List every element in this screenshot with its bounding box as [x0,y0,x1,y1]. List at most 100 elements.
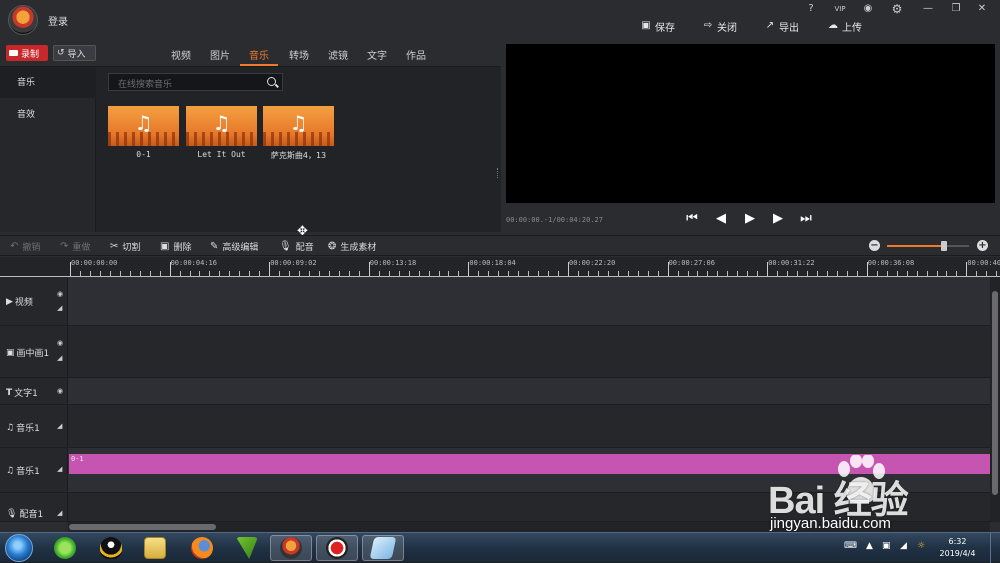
track-name: 文字1 [14,389,38,399]
close-icon[interactable]: ✕ [976,2,988,16]
tab-filter[interactable]: 滤镜 [328,47,348,62]
speaker-icon[interactable]: ◢ [57,304,62,312]
music-item-label: Let It Out [197,150,246,159]
save-button[interactable]: ▣ 保存 [641,18,675,34]
taskbar-clock[interactable]: 6:32 2019/4/4 [935,536,980,560]
network-icon[interactable]: ▣ [882,541,891,551]
show-desktop-button[interactable] [990,533,1000,563]
category-sound-effect[interactable]: 音效 [0,100,96,130]
track-lane[interactable] [69,378,990,404]
tab-transition[interactable]: 转场 [289,47,309,62]
taskbar-app-firefox[interactable] [181,535,223,561]
taskbar-app-browser[interactable] [44,535,86,561]
close-label: 关闭 [717,22,737,34]
skip-to-end-icon[interactable]: ⏭ [797,211,815,227]
audio-clip[interactable]: 0-1 [69,454,990,474]
keyboard-icon[interactable]: ⌨ [844,541,857,551]
skip-to-start-icon[interactable]: ⏮ [683,211,701,227]
music-note-icon: ♫ [289,111,308,135]
speaker-icon[interactable]: ◢ [57,354,62,362]
import-button[interactable]: ↺ 导入 [53,45,96,61]
zoom-slider-fill [887,245,945,247]
cloud-upload-icon: ☁ [828,20,838,31]
music-item-thumbnail[interactable]: ♫ [186,106,257,146]
timeline-horizontal-scrollbar[interactable] [68,522,990,532]
gear-icon[interactable]: ⚙ [890,2,904,16]
text-icon: T [6,387,13,398]
ruler-minor-tick [149,271,151,276]
tab-text[interactable]: 文字 [367,47,387,62]
category-music[interactable]: 音乐 [0,68,96,98]
avatar[interactable] [8,5,38,35]
zoom-out-icon[interactable]: − [869,240,880,251]
notification-icon[interactable]: ☼ [917,541,925,551]
horizontal-scroll-thumb[interactable] [69,524,216,530]
taskbar-app-qq[interactable] [90,535,132,561]
music-search-input[interactable]: 在线搜索音乐 [108,73,283,91]
zoom-slider-knob[interactable] [941,241,948,251]
restore-icon[interactable]: ❐ [950,2,962,16]
help-icon[interactable]: ? [806,2,816,16]
step-forward-icon[interactable]: ▶ [769,211,787,227]
taskbar-app-media[interactable] [226,535,268,561]
ruler-minor-tick [587,271,589,276]
generate-material-button[interactable]: ❂ 生成素材 [328,240,376,253]
minimize-icon[interactable]: — [922,2,934,16]
login-link[interactable]: 登录 [48,13,68,28]
step-back-icon[interactable]: ◀ [712,211,730,227]
track-lane[interactable] [69,405,990,447]
volume-icon[interactable]: ◢ [900,541,907,551]
track-lane[interactable] [69,326,990,377]
dub-button[interactable]: 🎙 配音 [279,240,314,253]
track-lane[interactable] [69,277,990,325]
tab-video[interactable]: 视频 [171,47,191,62]
browser-icon [54,537,76,559]
cut-button[interactable]: ✂ 切割 [110,240,140,253]
preview-screen[interactable] [506,44,995,203]
taskbar-app-video-editor[interactable] [270,535,312,561]
timeline-zoom-slider[interactable] [887,241,969,251]
vip-icon[interactable]: VIP [832,2,848,16]
ruler-minor-tick [348,271,350,276]
save-label: 保存 [655,22,675,34]
import-icon: ↺ [57,48,65,58]
taskbar-app-explorer[interactable] [134,535,176,561]
tab-image[interactable]: 图片 [210,47,230,62]
track-lane[interactable]: 0-1 [69,448,990,492]
tab-works[interactable]: 作品 [406,47,426,62]
speaker-icon[interactable]: ◢ [57,509,62,517]
close-project-button[interactable]: ⇨ 关闭 [703,18,737,34]
play-icon[interactable]: ▶ [741,211,759,227]
record-button[interactable]: 录制 [6,45,48,61]
track-label: ♫ 音乐1 [6,421,40,435]
timeline-ruler[interactable]: 00:00:00:00 00:00:04:16 00:00:09:02 00:00:1… [68,257,1000,277]
ruler-label: 00:00:04:16 [170,259,217,267]
eye-icon[interactable]: ◉ [57,339,63,347]
search-icon[interactable] [267,77,276,86]
import-label: 导入 [67,49,86,60]
undo-button[interactable]: ↶ 撤销 [10,240,40,253]
advanced-edit-button[interactable]: ✎ 高级编辑 [210,240,258,253]
eye-icon[interactable]: ◉ [57,387,63,395]
upload-button[interactable]: ☁ 上传 [828,18,862,34]
music-item-thumbnail[interactable]: ♫ [108,106,179,146]
redo-button[interactable]: ↷ 重做 [60,240,90,253]
speaker-icon[interactable]: ◢ [57,422,62,430]
track-lane[interactable] [69,493,990,521]
tab-music[interactable]: 音乐 [249,47,269,62]
panel-resize-handle[interactable] [497,168,499,178]
start-button[interactable] [5,534,33,562]
music-item-thumbnail[interactable]: ♫ [263,106,334,146]
delete-button[interactable]: ▣ 删除 [160,240,191,253]
vertical-scroll-thumb[interactable] [992,291,998,495]
taskbar-app-notes[interactable] [362,535,404,561]
zoom-in-icon[interactable]: + [977,240,988,251]
tray-expand-icon[interactable]: ▲ [866,541,873,551]
export-button[interactable]: ↗ 导出 [765,18,799,34]
ruler-minor-tick [817,271,818,276]
taskbar-app-recorder[interactable] [316,535,358,561]
speaker-icon[interactable]: ◢ [57,465,62,473]
eye-icon[interactable]: ◉ [57,290,63,298]
timeline-vertical-scrollbar[interactable] [990,277,1000,522]
bell-icon[interactable]: ◉ [862,2,874,16]
